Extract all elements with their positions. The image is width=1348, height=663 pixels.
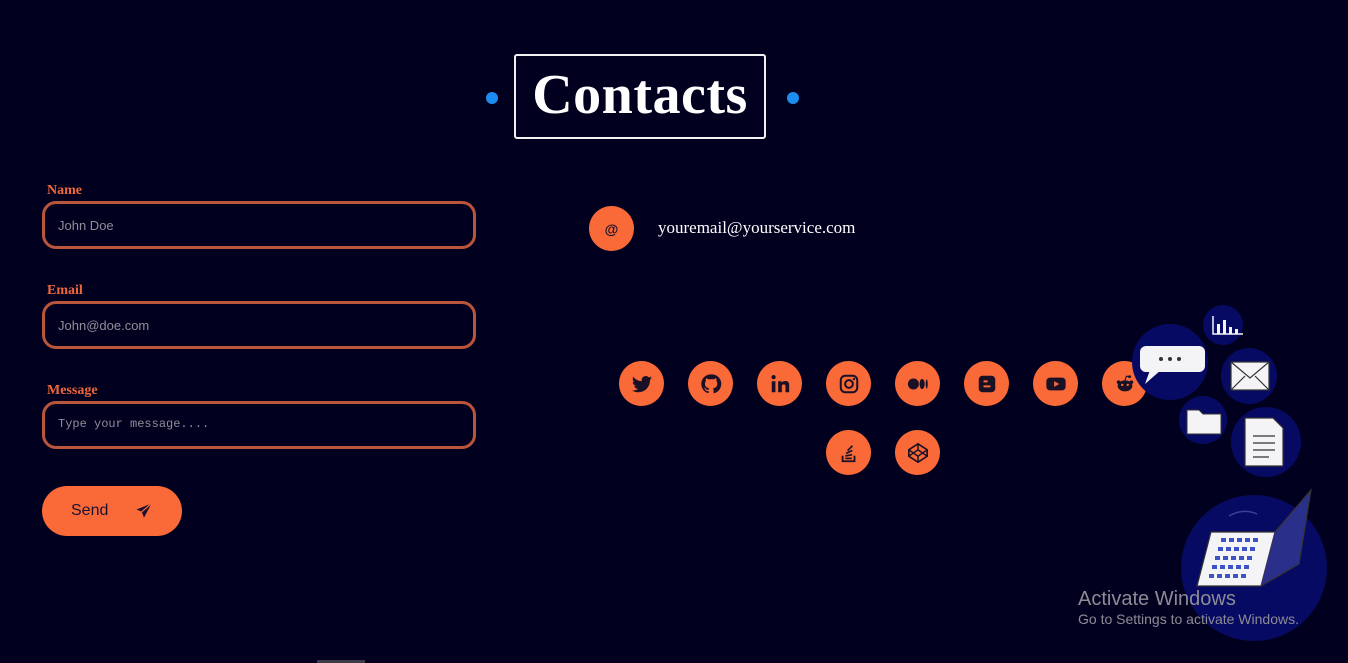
name-label: Name [47, 183, 82, 198]
github-link[interactable] [688, 361, 733, 406]
windows-activation-watermark: Activate Windows Go to Settings to activ… [1078, 588, 1299, 628]
blogger-link[interactable] [964, 361, 1009, 406]
youtube-icon [1045, 377, 1066, 390]
email-input[interactable]: John@doe.com [42, 301, 476, 349]
page-title: Contacts [532, 63, 748, 126]
page-title-box: Contacts [514, 54, 766, 139]
codepen-link[interactable] [895, 430, 940, 475]
send-button-label: Send [71, 502, 109, 519]
stackoverflow-link[interactable] [826, 430, 871, 475]
twitter-link[interactable] [619, 361, 664, 406]
page-header: Contacts [0, 54, 1284, 142]
email-placeholder: John@doe.com [58, 318, 150, 333]
watermark-line-1: Activate Windows [1078, 588, 1236, 610]
codepen-icon [907, 442, 928, 463]
email-badge: @ [589, 206, 634, 251]
message-label: Message [47, 383, 98, 398]
stackoverflow-icon [841, 444, 855, 462]
instagram-link[interactable] [826, 361, 871, 406]
medium-link[interactable] [895, 361, 940, 406]
paper-plane-icon [136, 503, 152, 518]
message-placeholder: Type your message.... [58, 417, 210, 431]
decorative-dot-right [787, 92, 799, 104]
email-label: Email [47, 283, 83, 298]
watermark-line-2: Go to Settings to activate Windows. [1078, 611, 1299, 627]
github-icon [700, 373, 721, 393]
name-input[interactable]: John Doe [42, 201, 476, 249]
linkedin-link[interactable] [757, 361, 802, 406]
instagram-icon [839, 374, 858, 393]
at-icon: @ [604, 220, 619, 237]
twitter-icon [631, 375, 652, 392]
youtube-link[interactable] [1033, 361, 1078, 406]
name-placeholder: John Doe [58, 218, 114, 233]
send-button[interactable]: Send [42, 486, 182, 536]
linkedin-icon [770, 374, 789, 392]
message-textarea[interactable]: Type your message.... [42, 401, 476, 449]
decorative-dot-left [486, 92, 498, 104]
blogger-icon [978, 375, 995, 392]
medium-icon [907, 378, 928, 389]
contact-email[interactable]: youremail@yourservice.com [658, 218, 855, 238]
